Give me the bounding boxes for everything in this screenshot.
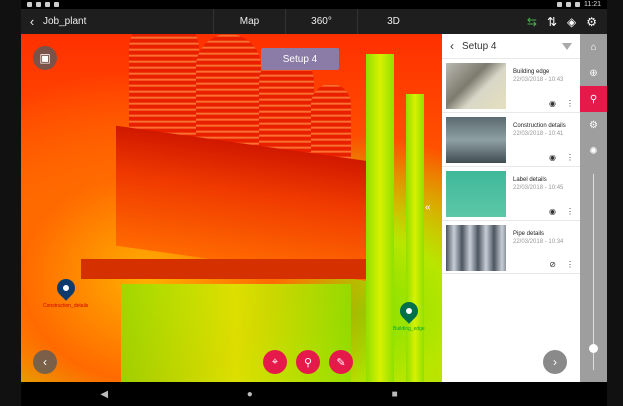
- tool-rail: ⌂ ⊕ ⚲ ⚙ ✺: [580, 34, 607, 382]
- thumbnail-pipe-details: [446, 225, 506, 271]
- thumbnail-construction-details: [446, 117, 506, 163]
- wifi-icon: [566, 2, 571, 7]
- list-item[interactable]: Building edge 22/03/2018 - 10:43 ◉ ⋮: [442, 58, 580, 112]
- eye-off-icon[interactable]: ⊘: [549, 260, 556, 269]
- item-name: Construction details: [513, 123, 566, 129]
- layers-icon[interactable]: ◈: [567, 15, 576, 29]
- pin-icon[interactable]: ⚲: [296, 350, 320, 374]
- chevron-left-icon[interactable]: ‹: [21, 14, 43, 29]
- eye-icon[interactable]: ◉: [549, 153, 556, 162]
- recents-square-icon[interactable]: ■: [392, 389, 398, 400]
- system-nav-bar: ◀ ● ■: [21, 382, 607, 406]
- item-actions: ⊘ ⋮: [549, 260, 574, 269]
- item-date: 22/03/2018 - 10:45: [513, 185, 564, 191]
- target-icon[interactable]: ⌖: [263, 350, 287, 374]
- item-name: Pipe details: [513, 231, 545, 237]
- eye-icon[interactable]: ◉: [549, 207, 556, 216]
- thermal-pillar: [366, 54, 394, 382]
- item-actions: ◉ ⋮: [549, 207, 574, 216]
- scanner-icon[interactable]: ⌂: [580, 34, 607, 60]
- project-title: Job_plant: [43, 16, 87, 27]
- tablet-frame: 11:21 ‹ Job_plant Map 360° 3D ⇆ ⇅ ◈ ⚙ ▣ …: [0, 0, 623, 406]
- notification-icon: [36, 2, 41, 7]
- item-info: Label details 22/03/2018 - 10:45 ◉ ⋮: [506, 171, 576, 220]
- back-triangle-icon[interactable]: ◀: [100, 389, 108, 400]
- double-chevron-left-icon[interactable]: «: [425, 202, 431, 213]
- pin-icon[interactable]: ⚲: [580, 86, 607, 112]
- marker-building-edge[interactable]: Building_edge: [393, 298, 425, 332]
- item-date: 22/03/2018 - 10:34: [513, 239, 564, 245]
- more-vert-icon[interactable]: ⋮: [566, 260, 574, 269]
- status-icons-left: [27, 2, 59, 7]
- next-button[interactable]: ›: [543, 350, 567, 374]
- thermal-beam: [81, 259, 381, 279]
- eye-icon[interactable]: ◉: [549, 99, 556, 108]
- status-time: 11:21: [584, 1, 601, 8]
- ruler-icon[interactable]: ✎: [329, 350, 353, 374]
- zoom-slider-handle[interactable]: [589, 344, 598, 353]
- item-date: 22/03/2018 - 10:43: [513, 77, 564, 83]
- gear-icon[interactable]: ⚙: [586, 15, 597, 29]
- thumbnail-label-details: [446, 171, 506, 217]
- list-item[interactable]: Label details 22/03/2018 - 10:45 ◉ ⋮: [442, 166, 580, 220]
- more-vert-icon[interactable]: ⋮: [566, 99, 574, 108]
- setup-panel: ‹ Setup 4 Building edge 22/03/2018 - 10:…: [442, 34, 580, 382]
- marker-construction-details[interactable]: Construction_details: [43, 275, 89, 309]
- thermal-pillar: [406, 94, 424, 382]
- view-tabs: Map 360° 3D: [213, 9, 429, 34]
- item-info: Construction details 22/03/2018 - 10:41 …: [506, 117, 576, 166]
- thumbnail-building-edge: [446, 63, 506, 109]
- item-name: Building edge: [513, 69, 550, 75]
- map-pin-icon: [396, 298, 422, 324]
- item-info: Building edge 22/03/2018 - 10:43 ◉ ⋮: [506, 63, 576, 112]
- notification-icon: [54, 2, 59, 7]
- more-vert-icon[interactable]: ⋮: [566, 207, 574, 216]
- list-item[interactable]: Pipe details 22/03/2018 - 10:34 ⊘ ⋮: [442, 220, 580, 274]
- screen: 11:21 ‹ Job_plant Map 360° 3D ⇆ ⇅ ◈ ⚙ ▣ …: [21, 0, 607, 406]
- item-date: 22/03/2018 - 10:41: [513, 131, 564, 137]
- tab-360[interactable]: 360°: [285, 9, 357, 34]
- marker-label: Construction_details: [43, 303, 89, 309]
- app-bar: ‹ Job_plant Map 360° 3D ⇆ ⇅ ◈ ⚙: [21, 9, 607, 34]
- setup-chip[interactable]: Setup 4: [261, 48, 339, 70]
- bluetooth-icon: [557, 2, 562, 7]
- gallery-icon[interactable]: ▣: [33, 46, 57, 70]
- aperture-icon[interactable]: ✺: [580, 138, 607, 164]
- panel-header: ‹ Setup 4: [442, 34, 580, 58]
- filter-icon[interactable]: [562, 42, 572, 50]
- tab-3d[interactable]: 3D: [357, 9, 429, 34]
- item-info: Pipe details 22/03/2018 - 10:34 ⊘ ⋮: [506, 225, 576, 273]
- map-pin-icon: [52, 275, 79, 301]
- prev-button[interactable]: ‹: [33, 350, 57, 374]
- sort-icon[interactable]: ⇅: [547, 15, 557, 29]
- status-icons-right: 11:21: [557, 1, 601, 8]
- item-name: Label details: [513, 177, 547, 183]
- list-item[interactable]: Construction details 22/03/2018 - 10:41 …: [442, 112, 580, 166]
- toolbar: ⇆ ⇅ ◈ ⚙: [527, 15, 607, 29]
- marker-label: Building_edge: [393, 326, 425, 332]
- thermal-viewport[interactable]: ▣ Setup 4 Construction_details Building_…: [21, 34, 442, 382]
- item-actions: ◉ ⋮: [549, 99, 574, 108]
- battery-icon: [575, 2, 580, 7]
- gear-icon[interactable]: ⚙: [580, 112, 607, 138]
- more-vert-icon[interactable]: ⋮: [566, 153, 574, 162]
- notification-icon: [45, 2, 50, 7]
- download-icon[interactable]: ⊕: [580, 60, 607, 86]
- chevron-left-icon[interactable]: ‹: [450, 39, 454, 53]
- notification-icon: [27, 2, 32, 7]
- panel-title: Setup 4: [462, 40, 497, 52]
- tab-map[interactable]: Map: [213, 9, 285, 34]
- status-bar: 11:21: [21, 0, 607, 9]
- item-actions: ◉ ⋮: [549, 153, 574, 162]
- home-circle-icon[interactable]: ●: [247, 389, 253, 400]
- sync-icon[interactable]: ⇆: [527, 15, 537, 29]
- zoom-slider-track[interactable]: [593, 174, 594, 370]
